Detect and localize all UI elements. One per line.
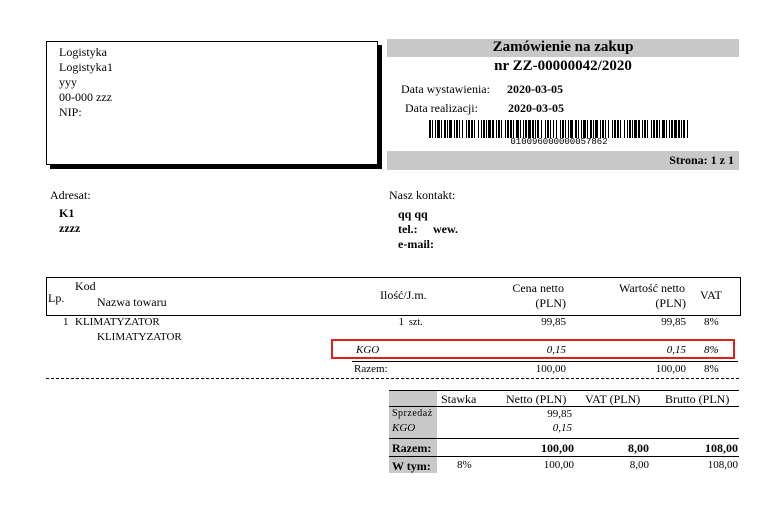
summary-sprzedaz-label: Sprzedaż [392,408,433,419]
summary-razem-brutto: 108,00 [705,441,738,455]
summary-razem-line [389,438,739,439]
summary-top-line [389,390,739,391]
row-value: 99,85 [661,316,686,328]
sender-line-2: Logistyka1 [59,60,113,74]
contact-name: qq qq [398,207,428,221]
row-unit: szt. [409,317,423,328]
row-kod: KLIMATYZATOR [75,316,160,328]
summary-col-stawka: Stawka [441,392,477,406]
contact-email: e-mail: [398,237,434,251]
total-vat: 8% [704,363,719,375]
page-counter: Strona: 1 z 1 [669,153,734,167]
dashed-separator [46,378,739,379]
summary-col-netto: Netto (PLN) [506,392,567,406]
col-ilosc: Ilość/J.m. [380,288,427,302]
summary-header-line [389,406,739,407]
summary-kgo-netto: 0,15 [552,422,572,434]
summary-razem-vat: 8,00 [628,441,649,455]
summary-col-brutto: Brutto (PLN) [665,392,730,406]
addressee-name: K1 [59,206,75,220]
summary-wtym-netto: 100,00 [543,459,574,471]
col-vat: VAT [700,288,722,302]
document-title: Zamówienie na zakup [492,39,634,55]
barcode [429,120,688,138]
col-cena-1: Cena netto [512,281,564,295]
col-cena-2: (PLN) [535,296,566,310]
total-label: Razem: [354,363,388,375]
contact-tel: tel.: [398,222,418,236]
col-kod: Kod [75,279,96,293]
row-vat: 8% [704,316,719,328]
kgo-highlight-box [331,339,735,359]
row-nazwa: KLIMATYZATOR [97,331,182,343]
col-nazwa: Nazwa towaru [97,295,167,309]
sender-line-1: Logistyka [59,45,107,59]
issue-date-label: Data wystawienia: [401,82,490,96]
addressee-line2: zzzz [59,221,81,235]
realization-date-value: 2020-03-05 [508,101,564,115]
contact-label: Nasz kontakt: [389,188,456,202]
row-price: 99,85 [541,316,566,328]
realization-date-label: Data realizacji: [405,101,478,115]
row-lp: 1 [63,316,69,328]
summary-col-vat: VAT (PLN) [585,392,641,406]
col-lp: Lp. [48,291,65,305]
summary-kgo-label: KGO [392,422,416,434]
addressee-label: Adresat: [50,188,91,202]
summary-wtym-vat: 8,00 [629,459,649,471]
summary-wtym-brutto: 108,00 [707,459,738,471]
summary-razem-netto: 100,00 [541,441,574,455]
summary-wtym-line [389,456,739,457]
issue-date-value: 2020-03-05 [507,82,563,96]
sender-line-5: NIP: [59,105,82,119]
col-wartosc-2: (PLN) [655,296,686,310]
razem-top-line [352,361,738,362]
total-value: 100,00 [655,363,686,375]
total-price: 100,00 [535,363,566,375]
document-number: nr ZZ-00000042/2020 [494,58,632,74]
summary-wtym-stawka: 8% [457,459,472,471]
sender-line-4: 00-000 zzz [59,90,112,104]
barcode-text: 010096000000057862 [510,137,608,147]
summary-wtym-label: W tym: [392,459,431,473]
col-wartosc-1: Wartość netto [618,281,685,295]
sender-box: Logistyka Logistyka1 yyy 00-000 zzz NIP: [46,41,378,165]
sender-line-3: yyy [59,75,77,89]
contact-wew: wew. [433,222,458,236]
row-qty: 1 [398,316,405,328]
summary-sprzedaz-netto: 99,85 [547,408,572,420]
summary-razem-label: Razem: [392,441,432,455]
